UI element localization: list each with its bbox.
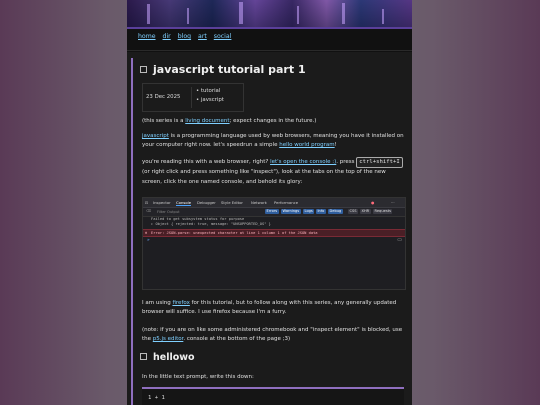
devtools-filterbar: ⌫ Filter Output Errors Warnings Logs Inf… [143,208,405,217]
nav-dir[interactable]: dir [163,33,171,40]
paragraph-prompt-instructions: In the little text prompt, write this do… [142,374,254,380]
console-error-row: ⊗ Error: JSON.parse: unexpected characte… [143,229,405,237]
text: (this series is a [142,118,186,124]
console-prompt-icon: » [147,238,150,243]
top-nav: home dir blog art social [138,33,236,40]
heading-square-icon [140,353,147,360]
code-text: 1 + 1 [148,395,165,401]
post-tags: tutorial javscript [191,87,224,108]
post-date: 23 Dec 2025 [146,94,181,100]
devtools-tabbar: ⊡ Inspector Console Debugger Style Edito… [143,198,405,208]
heading-square-icon [140,65,147,73]
shortcut-key: ctrl+shift+I [356,157,403,169]
devtools-tab-inspector: Inspector [153,200,171,205]
error-count-icon: ● [371,200,375,205]
devtools-tab-style-editor: Style Editor [221,200,243,205]
devtools-tab-debugger: Debugger [197,200,216,205]
nav-home[interactable]: home [138,33,156,40]
paragraph-intro: javascript is a programming language use… [142,132,404,151]
devtools-more-icon: ⋯ [391,200,395,205]
chip-css: CSS [348,209,359,214]
page: home dir blog art social javascript tuto… [127,0,412,405]
chip-debug: Debug [328,209,343,214]
post-title: javascript tutorial part 1 [140,63,306,76]
code-block: 1 + 1 [142,387,404,405]
devtools-pick-icon: ⊡ [145,200,149,205]
paragraph-chromebook-note: (note: if you are on like some administe… [142,326,404,345]
nav-social[interactable]: social [214,33,232,40]
chip-info: Info [316,209,326,214]
article: javascript tutorial part 1 23 Dec 2025 t… [127,52,412,405]
text: you're reading this with a web browser, … [142,159,271,165]
console-error-text: Error: JSON.parse: unexpected character … [151,231,318,235]
console-line: Failed to get subsystem status for purpo… [151,217,245,221]
banner-divider [127,27,412,29]
living-document-link[interactable]: living document [185,118,229,124]
open-console-link[interactable]: let's open the console :) [270,159,336,165]
tag-tutorial: tutorial [196,87,224,96]
error-icon: ⊗ [145,231,148,235]
text: (or right click and press something like… [142,169,386,185]
text: I am using [142,300,173,306]
tag-javscript: javscript [196,96,224,105]
console-line: ▸ Object { rejected: true, message: "UNS… [151,222,271,226]
trash-icon: ⌫ [146,209,152,213]
chip-logs: Logs [303,209,315,214]
paragraph-browser: I am using firefox for this tutorial, bu… [142,299,404,318]
devtools-tab-network: Network [251,200,267,205]
post-meta: 23 Dec 2025 tutorial javscript [142,83,244,112]
section-heading-text: hellowo [153,352,195,363]
text: . console at the bottom of the page ;3) [183,336,291,343]
p5-editor-link[interactable]: p5.js editor [153,336,184,342]
nav-blog[interactable]: blog [178,33,191,40]
chip-warnings: Warnings [281,209,301,214]
post-title-text: javascript tutorial part 1 [153,63,306,76]
hello-world-link[interactable]: hello world program [279,142,334,148]
devtools-tab-performance: Performance [274,200,299,205]
chip-requests: Requests [373,209,393,214]
text: ! [334,142,337,149]
text: ; expect changes in the future.) [229,118,317,124]
section-heading: hellowo [140,352,195,363]
chip-errors: Errors [265,209,279,214]
split-console-icon: ▭ [397,237,402,243]
header-banner-image [127,0,412,27]
devtools-screenshot: ⊡ Inspector Console Debugger Style Edito… [142,197,406,290]
paragraph-console-instructions: you're reading this with a web browser, … [142,157,404,187]
article-accent-rail [131,58,133,405]
text: . press [336,159,357,165]
javascript-link[interactable]: javascript [142,133,169,139]
chip-xhr: XHR [360,209,371,214]
paragraph-series-note: (this series is a living document; expec… [142,117,404,126]
nav-art[interactable]: art [198,33,207,40]
firefox-link[interactable]: firefox [172,300,189,306]
devtools-tab-console: Console [176,200,192,206]
filter-output-input: Filter Output [157,210,180,214]
nav-divider [127,50,412,51]
text: is a programming language used by web br… [142,133,404,149]
